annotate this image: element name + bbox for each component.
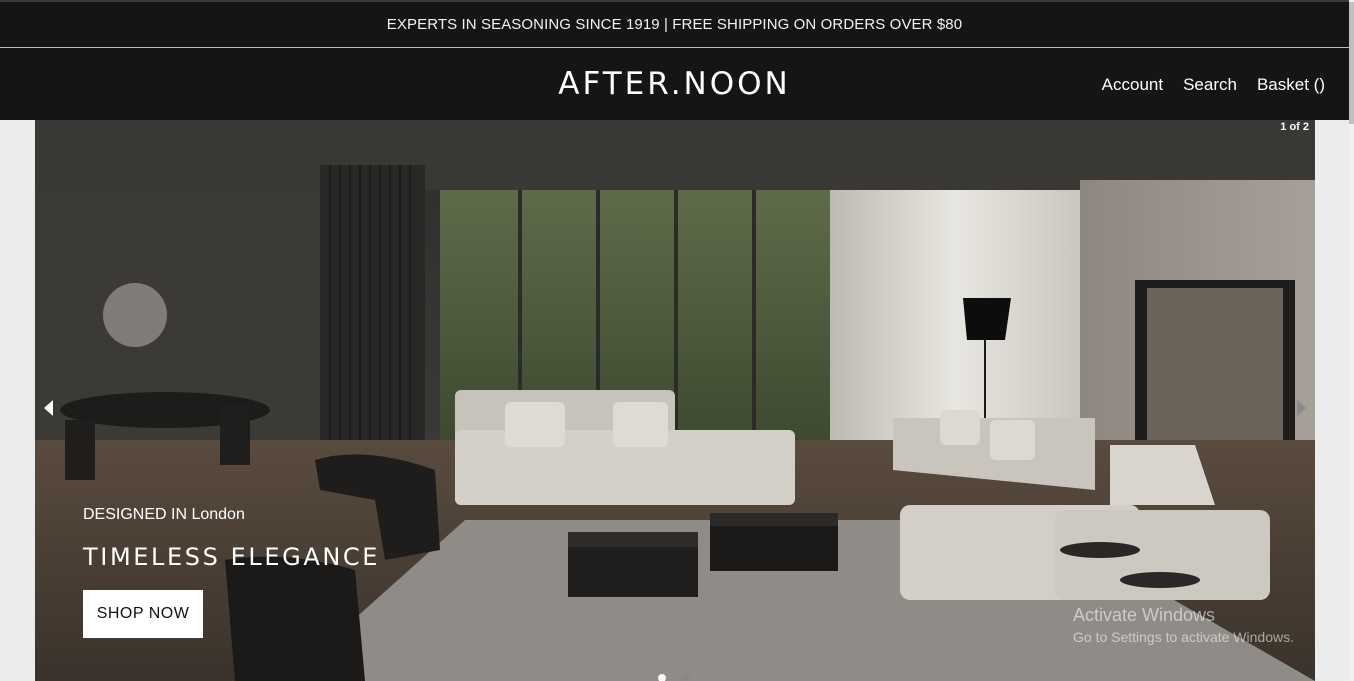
shop-now-button[interactable]: SHOP NOW xyxy=(83,590,203,638)
watermark-title: Activate Windows xyxy=(1073,605,1216,625)
slide-dots xyxy=(658,674,690,681)
header-nav: Account Search Basket () xyxy=(1102,75,1325,95)
hero-slider: 1 of 2 DESIGNED IN London TIMELESS ELEGA… xyxy=(35,120,1315,681)
basket-link[interactable]: Basket () xyxy=(1257,75,1325,95)
next-slide-arrow-icon[interactable] xyxy=(1297,400,1306,416)
account-link[interactable]: Account xyxy=(1102,75,1163,95)
hero-subtitle: DESIGNED IN London xyxy=(83,506,245,523)
watermark-subtitle: Go to Settings to activate Windows. xyxy=(1073,629,1294,645)
announcement-text: EXPERTS IN SEASONING SINCE 1919 | FREE S… xyxy=(386,16,963,33)
prev-slide-arrow-icon[interactable] xyxy=(44,400,53,416)
slide-counter: 1 of 2 xyxy=(1280,121,1309,133)
announcement-bar: EXPERTS IN SEASONING SINCE 1919 | FREE S… xyxy=(0,0,1349,47)
page-scrollbar[interactable] xyxy=(1349,0,1354,681)
hero-title: TIMELESS ELEGANCE xyxy=(83,543,381,571)
slide-dot-2[interactable] xyxy=(682,674,690,681)
slide-dot-1[interactable] xyxy=(658,674,666,681)
search-link[interactable]: Search xyxy=(1183,75,1237,95)
site-header: AFTER.NOON Account Search Basket () xyxy=(0,47,1349,120)
hero-image xyxy=(35,120,1315,681)
windows-watermark: Activate Windows Go to Settings to activ… xyxy=(1073,605,1294,645)
scrollbar-thumb[interactable] xyxy=(1349,2,1354,124)
